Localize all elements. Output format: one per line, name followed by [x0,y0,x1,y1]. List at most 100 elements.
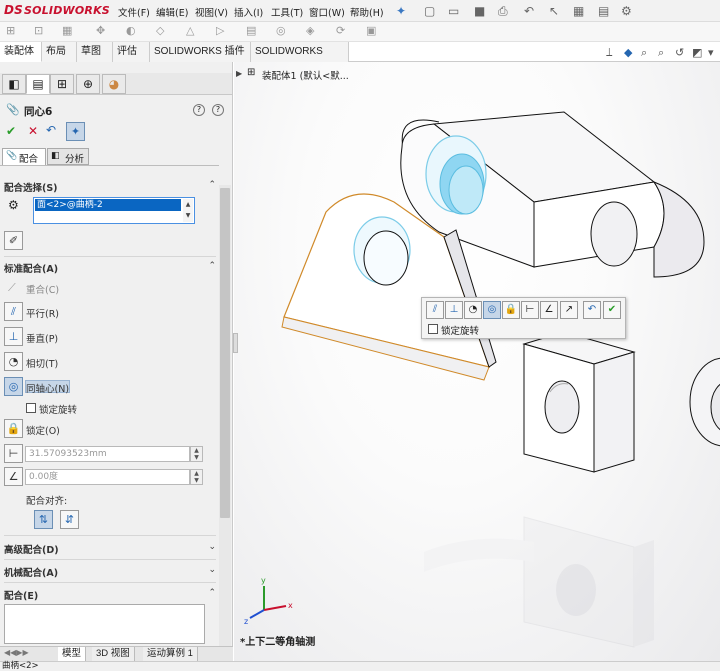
lock-icon[interactable]: 🔒 [4,419,23,438]
angle-icon[interactable]: ∠ [4,467,23,486]
mate-selections-header[interactable]: 配合选择(S) ⌃ [4,180,216,196]
panel-collapse-handle[interactable] [233,333,238,353]
lock-option[interactable]: 锁定(O) [26,423,60,437]
anti-aligned-icon[interactable]: ⇵ [60,510,79,529]
menu-help[interactable]: 帮助(H) [350,5,384,19]
popup-tangent-icon[interactable]: ◔ [464,301,482,319]
options-gear-icon[interactable]: ⚙ [621,4,632,18]
parallel-icon[interactable]: ⫽ [4,302,23,321]
tangent-option[interactable]: 相切(T) [26,356,58,370]
zoom-area-icon[interactable]: ⌕ [658,46,664,60]
popup-ok-icon[interactable]: ✔ [603,301,621,319]
angle-spinner[interactable]: ▲ ▼ [190,469,203,485]
popup-angle-icon[interactable]: ∠ [540,301,558,319]
show-hidden-icon[interactable]: ◐ [126,24,136,37]
display-manager-icon[interactable]: ◕ [102,74,126,94]
undo-icon[interactable]: ↶ [524,4,534,18]
distance-icon[interactable]: ⊢ [4,444,23,463]
panel-scrollbar-thumb[interactable] [220,188,230,518]
assembly-features-icon[interactable]: ◇ [156,24,164,37]
mates-header[interactable]: 配合(E) ⌃ [4,588,216,604]
config-manager-icon[interactable]: ⊞ [50,74,74,94]
menu-insert[interactable]: 插入(I) [234,5,263,19]
save-icon[interactable]: ■ [474,4,485,18]
keep-visible-pin-icon[interactable]: ✦ [66,122,85,141]
menu-window[interactable]: 窗口(W) [309,5,345,19]
tab-addins[interactable]: SOLIDWORKS 插件 [150,42,251,62]
tab-evaluate[interactable]: 评估 [113,42,150,62]
coincident-option[interactable]: 重合(C) [26,282,59,296]
distance-spinner[interactable]: ▲ ▼ [190,446,203,462]
tree-expand-icon[interactable]: ▶ [236,69,242,78]
cancel-x-icon[interactable]: ✕ [28,124,38,138]
tab-assembly[interactable]: 装配体 [0,42,42,62]
standard-mates-header[interactable]: 标准配合(A) ⌃ [4,261,216,277]
popup-lock-rotation-checkbox[interactable] [428,324,438,334]
menu-view[interactable]: 视图(V) [195,5,228,19]
zoom-to-fit-icon[interactable]: ⌕ [641,46,647,60]
pin-icon[interactable]: ✦ [396,4,406,18]
popup-flip-icon[interactable]: ↗ [560,301,578,319]
tab-sketch[interactable]: 草图 [77,42,113,62]
feature-tree-icon[interactable]: ◧ [2,74,26,94]
lock-rotation-checkbox[interactable] [26,403,36,413]
perpendicular-icon[interactable]: ⊥ [4,327,23,346]
tab-model[interactable]: 模型 [58,647,87,661]
tab-mbd[interactable]: SOLIDWORKS MBD [251,42,349,76]
display-style-icon[interactable]: ◆ [624,46,632,59]
previous-view-icon[interactable]: ↺ [675,46,684,59]
use-for-positioning-icon[interactable]: ✐ [4,231,23,250]
list-scrollbar[interactable]: ▲ ▼ [183,199,193,222]
subtab-analysis[interactable]: ◧ 分析 [47,148,89,165]
open-icon[interactable]: ▭ [448,4,459,18]
new-motion-study-icon[interactable]: ▷ [216,24,224,37]
insert-component-icon[interactable]: ⊞ [6,24,15,37]
take-snapshot-icon[interactable]: ▣ [366,24,376,37]
popup-lock-icon[interactable]: 🔒 [502,301,520,319]
help-icon[interactable]: ? [193,104,205,116]
mate-icon[interactable]: ⊡ [34,24,43,37]
new-icon[interactable]: ▢ [424,4,435,18]
list-item[interactable]: 面<2>@曲柄-2 [35,199,181,211]
exploded-view-icon[interactable]: ◎ [276,24,286,37]
subtab-mates[interactable]: 📎 配合 [2,148,46,165]
update-speedpak-icon[interactable]: ⟳ [336,24,345,37]
view-orientation-icon[interactable]: ⟘ [606,46,613,60]
file-props-icon[interactable]: ▤ [598,4,609,18]
menu-tools[interactable]: 工具(T) [271,5,303,19]
tab-layout[interactable]: 布局 [42,42,77,62]
mechanical-mates-header[interactable]: 机械配合(A) ⌄ [4,565,216,581]
graphics-area[interactable]: y x z ▶ ⊞ 装配体1 (默认<默... *上下二等角轴测 [234,62,720,661]
advanced-mates-header[interactable]: 高级配合(D) ⌄ [4,542,216,558]
parallel-option[interactable]: 平行(R) [26,306,59,320]
tab-motion-study[interactable]: 运动算例 1 [143,647,198,661]
dimxpert-icon[interactable]: ⊕ [76,74,100,94]
popup-undo-icon[interactable]: ↶ [583,301,601,319]
menu-edit[interactable]: 编辑(E) [156,5,188,19]
tree-root-label[interactable]: 装配体1 (默认<默... [262,68,349,82]
print-icon[interactable]: ⎙ [498,4,508,19]
instant3d-icon[interactable]: ◈ [306,24,314,37]
reference-geometry-icon[interactable]: △ [186,24,194,37]
perpendicular-option[interactable]: 垂直(P) [26,331,58,345]
menu-file[interactable]: 文件(F) [118,5,150,19]
section-view-icon[interactable]: ◩ [692,46,702,59]
select-icon[interactable]: ↖ [549,4,559,18]
view-settings-icon[interactable]: ▾ [708,46,714,59]
mates-list[interactable] [4,604,205,644]
move-component-icon[interactable]: ✥ [96,24,105,37]
concentric-icon[interactable]: ◎ [4,377,23,396]
distance-input[interactable]: 31.57093523mm [25,446,190,462]
tab-scroll-arrows-icon[interactable]: ◀◀▶▶ [4,648,29,657]
undo-mate-icon[interactable]: ↶ [46,123,56,137]
detailed-help-icon[interactable]: ? [212,104,224,116]
rebuild-icon[interactable]: ▦ [573,4,584,18]
popup-parallel-icon[interactable]: ⫽ [426,301,444,319]
angle-input[interactable]: 0.00度 [25,469,190,485]
popup-concentric-icon[interactable]: ◎ [483,301,501,319]
tangent-icon[interactable]: ◔ [4,352,23,371]
popup-distance-icon[interactable]: ⊢ [521,301,539,319]
linear-pattern-icon[interactable]: ▦ [62,24,72,37]
solidworks-logo[interactable]: DSSOLIDWORKS [4,3,110,17]
popup-perpendicular-icon[interactable]: ⊥ [445,301,463,319]
